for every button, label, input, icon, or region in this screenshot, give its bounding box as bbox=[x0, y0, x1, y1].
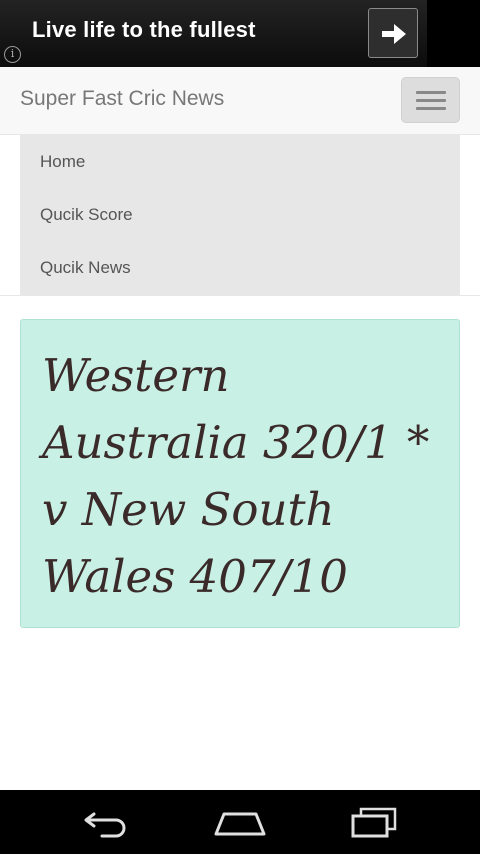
arrow-right-icon bbox=[382, 24, 406, 44]
nav-menu: Home Qucik Score Qucik News bbox=[20, 135, 460, 295]
nav-menu-container: Home Qucik Score Qucik News bbox=[0, 135, 480, 296]
menu-item-quick-score[interactable]: Qucik Score bbox=[40, 205, 133, 225]
hamburger-menu-icon[interactable] bbox=[401, 77, 460, 123]
score-box: Western Australia 320/1 * v New South Wa… bbox=[20, 319, 460, 628]
hamburger-bar bbox=[416, 107, 446, 110]
navbar: Super Fast Cric News bbox=[0, 67, 480, 135]
system-nav-bar bbox=[0, 790, 480, 854]
ad-action-button[interactable] bbox=[368, 8, 418, 58]
hamburger-bar bbox=[416, 91, 446, 94]
ad-banner[interactable]: Live life to the fullest i bbox=[0, 0, 480, 67]
home-icon[interactable] bbox=[212, 808, 268, 838]
brand-title[interactable]: Super Fast Cric News bbox=[20, 87, 224, 111]
hamburger-bar bbox=[416, 99, 446, 102]
ad-content[interactable]: Live life to the fullest i bbox=[0, 0, 427, 67]
recent-apps-icon[interactable] bbox=[349, 806, 401, 840]
score-text: Western Australia 320/1 * v New South Wa… bbox=[42, 349, 430, 603]
info-icon[interactable]: i bbox=[4, 46, 21, 63]
back-icon[interactable] bbox=[82, 808, 132, 838]
ad-text[interactable]: Live life to the fullest bbox=[32, 17, 256, 43]
menu-item-home[interactable]: Home bbox=[40, 152, 85, 172]
menu-item-quick-news[interactable]: Qucik News bbox=[40, 258, 131, 278]
